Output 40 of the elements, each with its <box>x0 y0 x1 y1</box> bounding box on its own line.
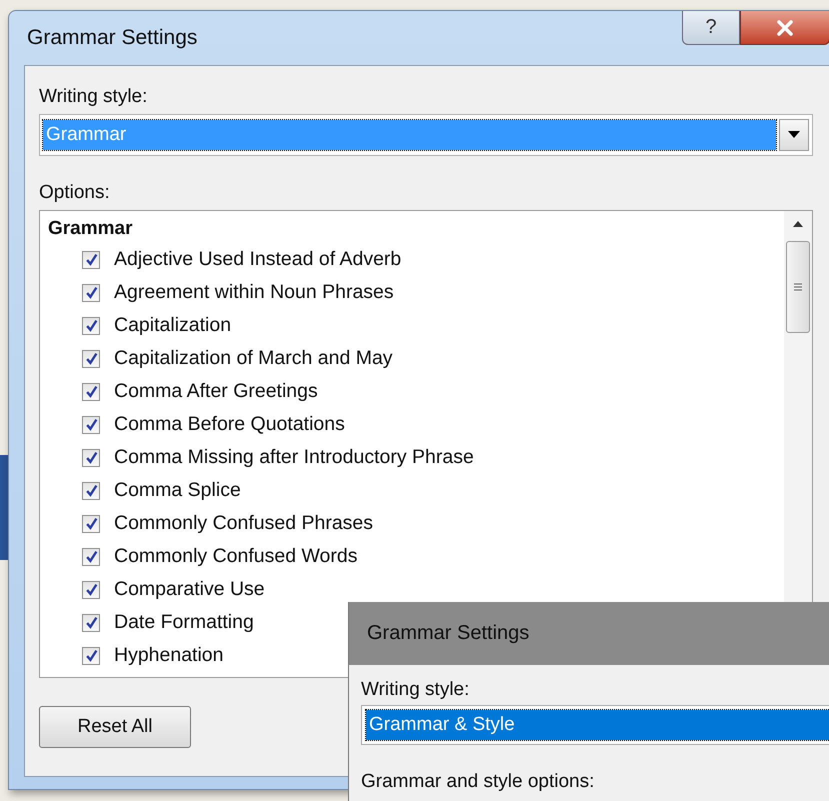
scroll-up-icon[interactable] <box>793 221 803 227</box>
checkbox[interactable] <box>82 250 100 268</box>
checkbox[interactable] <box>82 580 100 598</box>
checkbox[interactable] <box>82 316 100 334</box>
checkbox[interactable] <box>82 548 100 566</box>
option-label: Capitalization of March and May <box>114 347 393 370</box>
options-label: Options: <box>39 182 110 204</box>
help-button[interactable]: ? <box>682 11 740 45</box>
option-label: Comma Before Quotations <box>114 413 345 436</box>
option-label: Agreement within Noun Phrases <box>114 281 394 304</box>
window-title: Grammar Settings <box>367 622 530 645</box>
window-title: Grammar Settings <box>27 26 198 50</box>
option-label: Commonly Confused Phrases <box>114 512 374 535</box>
option-label: Comparative Use <box>114 578 265 601</box>
checkbox[interactable] <box>82 614 100 632</box>
checkbox[interactable] <box>82 482 100 500</box>
option-label: Capitalization <box>114 314 232 337</box>
reset-all-button[interactable]: Reset All <box>39 706 191 748</box>
option-label: Adjective Used Instead of Adverb <box>114 248 402 271</box>
checkbox[interactable] <box>82 514 100 532</box>
option-label: Commonly Confused Words <box>114 545 358 568</box>
group-heading: Grammar <box>48 217 132 241</box>
writing-style-label: Writing style: <box>39 86 148 108</box>
option-label: Comma Missing after Introductory Phrase <box>114 446 474 469</box>
option-label: Hyphenation <box>114 644 224 667</box>
option-label: Comma Splice <box>114 479 241 502</box>
scroll-thumb[interactable] <box>786 241 810 333</box>
option-label: Date Formatting <box>114 611 254 634</box>
checkbox[interactable] <box>82 382 100 400</box>
checkbox[interactable] <box>82 416 100 434</box>
writing-style-label: Writing style: <box>361 679 470 701</box>
options-label: Grammar and style options: <box>361 771 594 793</box>
close-icon[interactable] <box>775 18 795 38</box>
close-button[interactable] <box>740 11 829 45</box>
checkbox[interactable] <box>82 646 100 664</box>
checkbox[interactable] <box>82 284 100 302</box>
checkbox[interactable] <box>82 350 100 368</box>
option-label: Comma After Greetings <box>114 380 318 403</box>
writing-style-field[interactable]: Grammar & Style <box>361 705 829 745</box>
checkbox[interactable] <box>82 448 100 466</box>
